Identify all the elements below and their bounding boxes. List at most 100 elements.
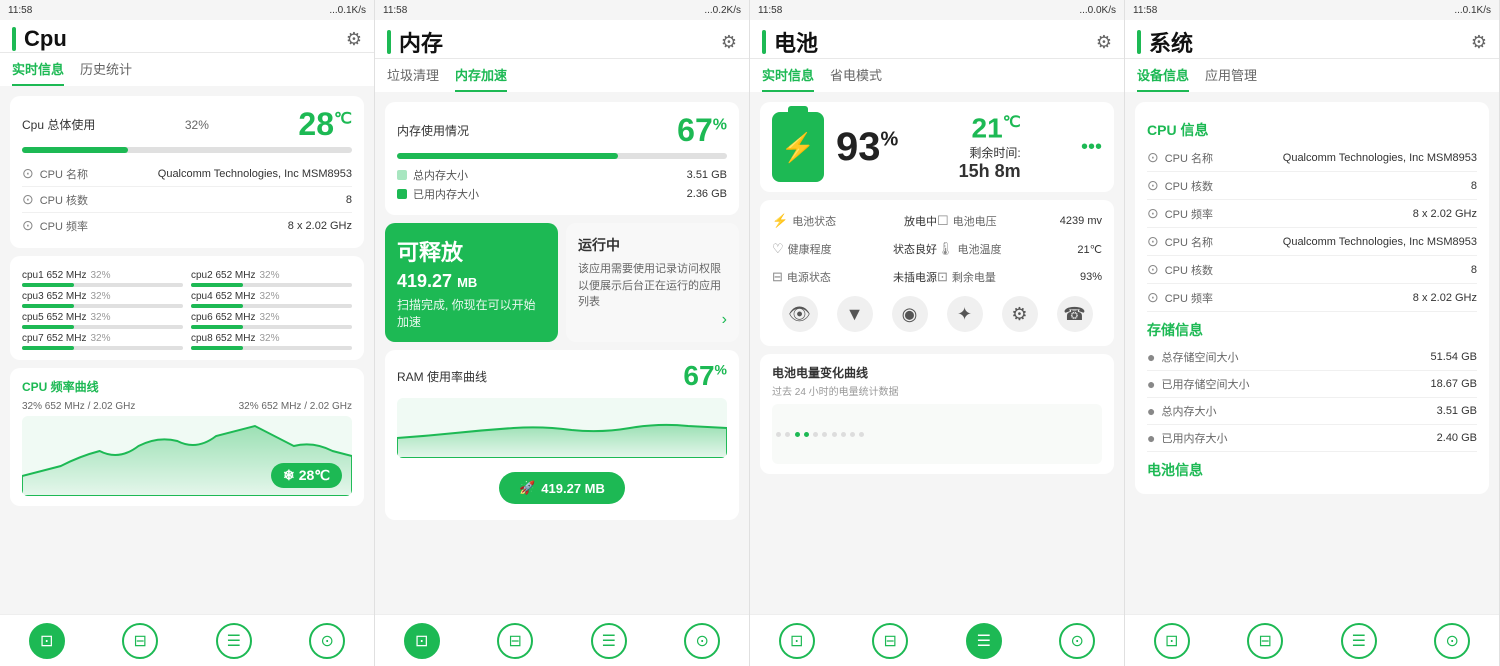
sys-cpu-name-2-icon: ⊙ (1147, 233, 1159, 250)
sys-nav-2[interactable]: ⊟ (1247, 623, 1283, 659)
mem-nav-4[interactable]: ⊙ (684, 623, 720, 659)
batt-nav-2[interactable]: ⊟ (872, 623, 908, 659)
cpu-core-2: cpu2 652 MHz32% (191, 270, 352, 287)
sys-cpu-name-1-icon: ⊙ (1147, 149, 1159, 166)
sys-cpu-section-title: CPU 信息 (1147, 112, 1477, 144)
cpu-title: Cpu (24, 26, 67, 52)
mem-ram-label: RAM 使用率曲线 (397, 368, 487, 385)
sys-cpu-freq-1-label: CPU 频率 (1165, 206, 1413, 222)
mem-progress-bg (397, 153, 727, 159)
batt-tab-realtime[interactable]: 实时信息 (762, 59, 814, 92)
sys-tabs: 设备信息 应用管理 (1125, 59, 1499, 92)
mem-signal: ...0.2K/s (704, 5, 741, 16)
batt-chart-sub: 过去 24 小时的电量统计数据 (772, 383, 1102, 398)
cpu-nav-4[interactable]: ⊙ (309, 623, 345, 659)
sys-cpu-cores-1-icon: ⊙ (1147, 177, 1159, 194)
memory-panel: 11:58 ...0.2K/s 内存 ⚙ 垃圾清理 内存加速 内存使用情况 67… (375, 0, 750, 666)
batt-ctrl-settings[interactable]: ⚙ (1002, 296, 1038, 332)
batt-ctrl-bluetooth[interactable]: ✦ (947, 296, 983, 332)
batt-content: ⚡ 93% 21℃ 剩余时间: 15h 8m ••• ⚡ 电池状态 (750, 92, 1124, 614)
sys-mem-total: ● 总内存大小 3.51 GB (1147, 398, 1477, 425)
cpu-nav-1[interactable]: ⊡ (29, 623, 65, 659)
sys-mem-total-value: 3.51 GB (1437, 405, 1477, 417)
sys-mem-total-label: 总内存大小 (1161, 403, 1436, 419)
cpu-usage-card: Cpu 总体使用 32% 28℃ ⊙ CPU 名称 Qualcomm Techn… (10, 96, 364, 248)
batt-settings-icon[interactable]: ⚙ (1096, 32, 1112, 53)
mem-nav-3[interactable]: ☰ (591, 623, 627, 659)
batt-power-value: 未插电源 (893, 269, 937, 285)
sys-header: 系统 ⚙ (1125, 20, 1499, 59)
sys-tab-apps[interactable]: 应用管理 (1205, 59, 1257, 92)
cpu-info-name: ⊙ CPU 名称 Qualcomm Technologies, Inc MSM8… (22, 161, 352, 187)
mem-progress-fill (397, 153, 618, 159)
sys-cpu-freq-2: ⊙ CPU 频率 8 x 2.02 GHz (1147, 284, 1477, 312)
sys-settings-icon[interactable]: ⚙ (1471, 32, 1487, 53)
cpu-cores-icon: ⊙ (22, 191, 34, 208)
cpu-nav-2[interactable]: ⊟ (122, 623, 158, 659)
batt-chart-card: 电池电量变化曲线 过去 24 小时的电量统计数据 (760, 354, 1114, 474)
batt-stats-grid: ⚡ 电池状态 放电中 ☐ 电池电压 4239 mv ♡ 健康程度 状态良好 🌡 … (772, 210, 1102, 288)
batt-ctrl-eye[interactable]: 👁 (782, 296, 818, 332)
batt-more-icon[interactable]: ••• (1081, 136, 1102, 159)
batt-health-value: 状态良好 (893, 241, 937, 257)
batt-stat-remain: ⊡ 剩余电量 93% (937, 266, 1102, 288)
mem-nav-2[interactable]: ⊟ (497, 623, 533, 659)
sys-tab-device[interactable]: 设备信息 (1137, 59, 1189, 92)
mem-tab-boost[interactable]: 内存加速 (455, 59, 507, 92)
batt-title: 电池 (774, 26, 818, 58)
mem-tab-clean[interactable]: 垃圾清理 (387, 59, 439, 92)
batt-ctrl-wifi[interactable]: ▼ (837, 296, 873, 332)
batt-stat-power: ⊟ 电源状态 未插电源 (772, 266, 937, 288)
mem-ram-pct: 67% (683, 360, 727, 392)
sys-content: CPU 信息 ⊙ CPU 名称 Qualcomm Technologies, I… (1125, 92, 1499, 614)
batt-status-icon: ⚡ (772, 213, 788, 229)
batt-chart-title: 电池电量变化曲线 (772, 364, 1102, 381)
mem-used-value: 2.36 GB (687, 188, 727, 200)
sys-info-card: CPU 信息 ⊙ CPU 名称 Qualcomm Technologies, I… (1135, 102, 1489, 494)
battery-panel: 11:58 ...0.0K/s 电池 ⚙ 实时信息 省电模式 ⚡ 93% 21℃ (750, 0, 1125, 666)
batt-tab-power[interactable]: 省电模式 (830, 59, 882, 92)
cpu-cores-card: cpu1 652 MHz32% cpu2 652 MHz32% cpu3 652… (10, 256, 364, 360)
mem-running-title: 运行中 (578, 235, 727, 255)
cpu-chart-temp: 28℃ (299, 467, 330, 484)
cpu-temp: 28℃ (298, 106, 352, 143)
cpu-core-4: cpu4 652 MHz32% (191, 291, 352, 308)
sys-storage-used-icon: ● (1147, 376, 1155, 392)
sys-nav-1[interactable]: ⊡ (1154, 623, 1190, 659)
batt-voltage-value: 4239 mv (1060, 215, 1102, 227)
sys-status-bar: 11:58 ...0.1K/s (1125, 0, 1499, 20)
mem-settings-icon[interactable]: ⚙ (721, 32, 737, 53)
batt-ctrl-mobile[interactable]: ◉ (892, 296, 928, 332)
cpu-settings-icon[interactable]: ⚙ (346, 29, 362, 50)
cpu-progress-bg (22, 147, 352, 153)
cpu-nav-3[interactable]: ☰ (216, 623, 252, 659)
cpu-tab-realtime[interactable]: 实时信息 (12, 53, 64, 86)
sys-nav-4[interactable]: ⊙ (1434, 623, 1470, 659)
snowflake-icon: ❄ (283, 467, 295, 484)
sys-cpu-freq-2-value: 8 x 2.02 GHz (1413, 292, 1477, 304)
sys-nav-3[interactable]: ☰ (1341, 623, 1377, 659)
cpu-freq-icon: ⊙ (22, 217, 34, 234)
cpu-header: Cpu ⚙ (0, 20, 374, 53)
batt-nav-1[interactable]: ⊡ (779, 623, 815, 659)
sys-mem-total-icon: ● (1147, 403, 1155, 419)
batt-chart-area (772, 404, 1102, 464)
cpu-chart-left: 32% 652 MHz / 2.02 GHz (22, 401, 135, 412)
mem-running-desc: 该应用需要使用记录访问权限以便展示后台正在运行的应用列表 (578, 261, 727, 311)
batt-ctrl-phone[interactable]: ☎ (1057, 296, 1093, 332)
sys-cpu-cores-2: ⊙ CPU 核数 8 (1147, 256, 1477, 284)
cpu-temp-badge: ❄ 28℃ (271, 463, 342, 488)
mem-used-row: 已用内存大小 2.36 GB (397, 186, 727, 202)
mem-nav-1[interactable]: ⊡ (404, 623, 440, 659)
cpu-tab-history[interactable]: 历史统计 (80, 53, 132, 86)
sys-cpu-freq-1: ⊙ CPU 频率 8 x 2.02 GHz (1147, 200, 1477, 228)
batt-nav-3[interactable]: ☰ (966, 623, 1002, 659)
mem-float-label: 419.27 MB (541, 481, 605, 496)
batt-nav-4[interactable]: ⊙ (1059, 623, 1095, 659)
sys-title: 系统 (1149, 26, 1193, 58)
cpu-freq-value: 8 x 2.02 GHz (288, 220, 352, 232)
mem-float-btn[interactable]: 🚀 419.27 MB (499, 472, 625, 504)
mem-header: 内存 ⚙ (375, 20, 749, 59)
batt-temp-stat-label: 电池温度 (958, 241, 1074, 257)
batt-voltage-label: 电池电压 (953, 213, 1056, 229)
